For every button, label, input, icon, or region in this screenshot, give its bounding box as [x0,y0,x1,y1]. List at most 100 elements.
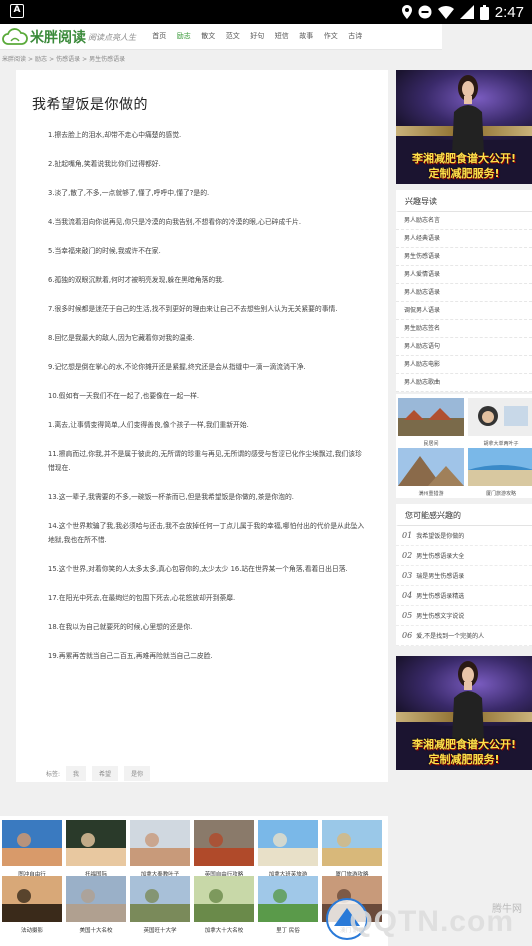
interest-link[interactable]: 02 男生伤感语录大全 [396,546,532,566]
photo-caption: 满州重猎游 [418,491,444,497]
gallery-card[interactable]: 加拿大班芙旅游 [258,820,318,880]
interest-text: 瑞是男生伤感语录 [416,573,465,580]
guide-link[interactable]: 男人励志语录 [396,284,532,302]
interest-text: 我希望饭是你做的 [416,533,465,540]
clock: 2:47 [494,3,524,21]
breadcrumb-separator: > [28,56,34,63]
tag-item[interactable]: 希望 [92,766,119,781]
nav-link[interactable]: 故事 [295,24,318,50]
gallery-image [130,876,190,922]
gallery-card[interactable]: 美国十大名校 [66,876,126,936]
interest-title: 您可能感兴趣的 [396,504,532,526]
guide-link[interactable]: 男人励志语句 [396,338,532,356]
wifi-icon [437,6,454,19]
tag-item[interactable]: 我 [66,766,87,781]
gallery-card[interactable]: 英国旺十大学 [130,876,190,936]
photo-card[interactable]: 厦门旅游攻略 [468,448,532,497]
guide-title: 兴趣导读 [396,190,532,212]
gallery-card[interactable]: 里丁 民俗 [258,876,318,936]
breadcrumb-link[interactable]: 伤感语录 [56,56,80,63]
gallery-card[interactable]: 加拿大十大名校 [194,876,254,936]
gallery-image [130,820,190,866]
ad-person-image [452,661,484,740]
gallery-caption: 英国旺十大学 [143,928,177,934]
dnd-icon [418,5,432,19]
gallery-image [322,820,382,866]
interest-link[interactable]: 04 男生伤感语录精选 [396,586,532,606]
watermark-small-text: 腾牛网 [492,904,522,915]
interest-number: 06 [402,631,413,640]
interest-link[interactable]: 06 爱,不是找到一个完美的人 [396,626,532,646]
guide-link[interactable]: 男人励志名言 [396,212,532,230]
nav-link[interactable]: 散文 [197,24,220,50]
article-paragraph: 7.很多时候都是迷茫于自己的生活,找不到更好的理由来让自己不去想些别人认为无关紧… [48,305,338,313]
photo-grid: 民居间 胡拿大单两叶子 满州重猎游 厦门旅游攻略 [396,394,532,498]
photo-caption: 厦门旅游攻略 [485,491,516,497]
gallery-card[interactable]: 法动摄影 [2,876,62,936]
nav-link[interactable]: 好句 [246,24,269,50]
cloud-logo-icon [2,28,28,45]
article-paragraph: 6.孤独的双眼沉默着,何时才被明亮发现,躲在黑暗角落的我. [48,276,225,284]
ad-banner[interactable]: 李湘减肥食谱大公开! 定制减肥服务! [396,656,532,770]
interest-link[interactable]: 05 男生伤感文字说说 [396,606,532,626]
gallery-caption: 加拿大十大名校 [204,928,244,934]
photo-card[interactable]: 民居间 [398,398,464,447]
breadcrumb-link[interactable]: 励志 [35,56,47,63]
photo-card[interactable]: 胡拿大单两叶子 [468,398,532,447]
site-logo[interactable]: 米胖阅读 [2,27,86,47]
sidebar: 李湘减肥食谱大公开! 定制减肥服务! 兴趣导读 男人励志名言 男人经典语录 男生伤感… [396,70,532,946]
interest-box: 您可能感兴趣的 01 我希望饭是你做的 02 男生伤感语录大全 03 瑞是男生伤感语录 04… [396,504,532,646]
interest-link[interactable]: 03 瑞是男生伤感语录 [396,566,532,586]
tag-item[interactable]: 是你 [124,766,151,781]
breadcrumb-separator: > [82,56,88,63]
gallery-card[interactable]: 托福国际 [66,820,126,880]
guide-link[interactable]: 男人励志电影 [396,356,532,374]
main-nav: 首页 励志 散文 范文 好句 短信 故事 作文 古诗 [148,24,367,50]
article-paragraph: 2.扯起嘴角,笑着说我比你们过得都好. [48,160,161,168]
battery-icon [479,4,489,20]
gallery-image [258,820,318,866]
interest-number: 01 [402,531,413,540]
guide-link[interactable]: 男生励志签名 [396,320,532,338]
nav-link[interactable]: 作文 [320,24,343,50]
guide-link[interactable]: 调侃男人语录 [396,302,532,320]
gallery-image [194,820,254,866]
article-paragraph: 1.离去,让事情变得简单,人们变得善良,像个孩子一样,我们重新开始. [48,421,249,429]
nav-link[interactable]: 首页 [148,24,171,50]
interest-link[interactable]: 01 我希望饭是你做的 [396,526,532,546]
article-paragraph: 19.再累再苦就当自己二百五,再难再险就当自己二皮脸. [48,652,213,660]
article-card: 我希望饭是你做的 1.擦去脸上的泪水,却带不走心中痛楚的感觉. 2.扯起嘴角,笑着… [16,70,388,782]
photo-card[interactable]: 满州重猎游 [398,448,464,497]
article-paragraph: 5.当幸福来敲门的时候,我或许不在家. [48,247,161,255]
gallery-card[interactable]: 英国自由行攻略 [194,820,254,880]
nav-link[interactable]: 励志 [173,24,196,50]
interest-number: 05 [402,611,413,620]
site-header: 米胖阅读 阅读点亮人生 首页 励志 散文 范文 好句 短信 故事 作文 古诗 [0,24,442,50]
gallery-card[interactable]: 图冲自由行 [2,820,62,880]
nav-link[interactable]: 范文 [222,24,245,50]
gallery-image [66,876,126,922]
ad-banner[interactable]: 李湘减肥食谱大公开! 定制减肥服务! [396,70,532,184]
breadcrumb-link[interactable]: 米胖阅读 [2,56,26,63]
article-paragraph: 14.这个世界欺骗了我,我必须哈与还击,我不会放掉任何一丁点儿属于我的幸福,哪怕… [48,522,365,544]
breadcrumb-link[interactable]: 男生伤感语录 [89,56,125,63]
ad-headline: 李湘减肥食谱大公开! [411,152,517,165]
guide-link[interactable]: 男人经典语录 [396,230,532,248]
nav-link[interactable]: 古诗 [344,24,367,50]
location-icon [401,5,412,19]
gallery-caption: 美国十大名校 [79,928,113,934]
interest-number: 02 [402,551,413,560]
gallery-card[interactable]: 厦门旅游攻略 [322,820,382,880]
guide-link[interactable]: 男人励志歌曲 [396,374,532,392]
guide-link[interactable]: 男人爱情语录 [396,266,532,284]
photo-image [468,398,532,436]
nav-link[interactable]: 短信 [271,24,294,50]
watermark-text: QQTN.com [349,905,514,938]
article-paragraph: 3.淡了,散了,不多,一点就够了,懂了,呼呼中,懂了?是的. [48,189,210,197]
photo-image [398,448,464,486]
gallery-card[interactable]: 加拿大奉教叶子 [130,820,190,880]
app-badge-icon: A [10,4,24,18]
photo-caption: 胡拿大单两叶子 [483,441,519,447]
status-bar: A 2:47 [0,0,532,24]
guide-link[interactable]: 男生伤感语录 [396,248,532,266]
